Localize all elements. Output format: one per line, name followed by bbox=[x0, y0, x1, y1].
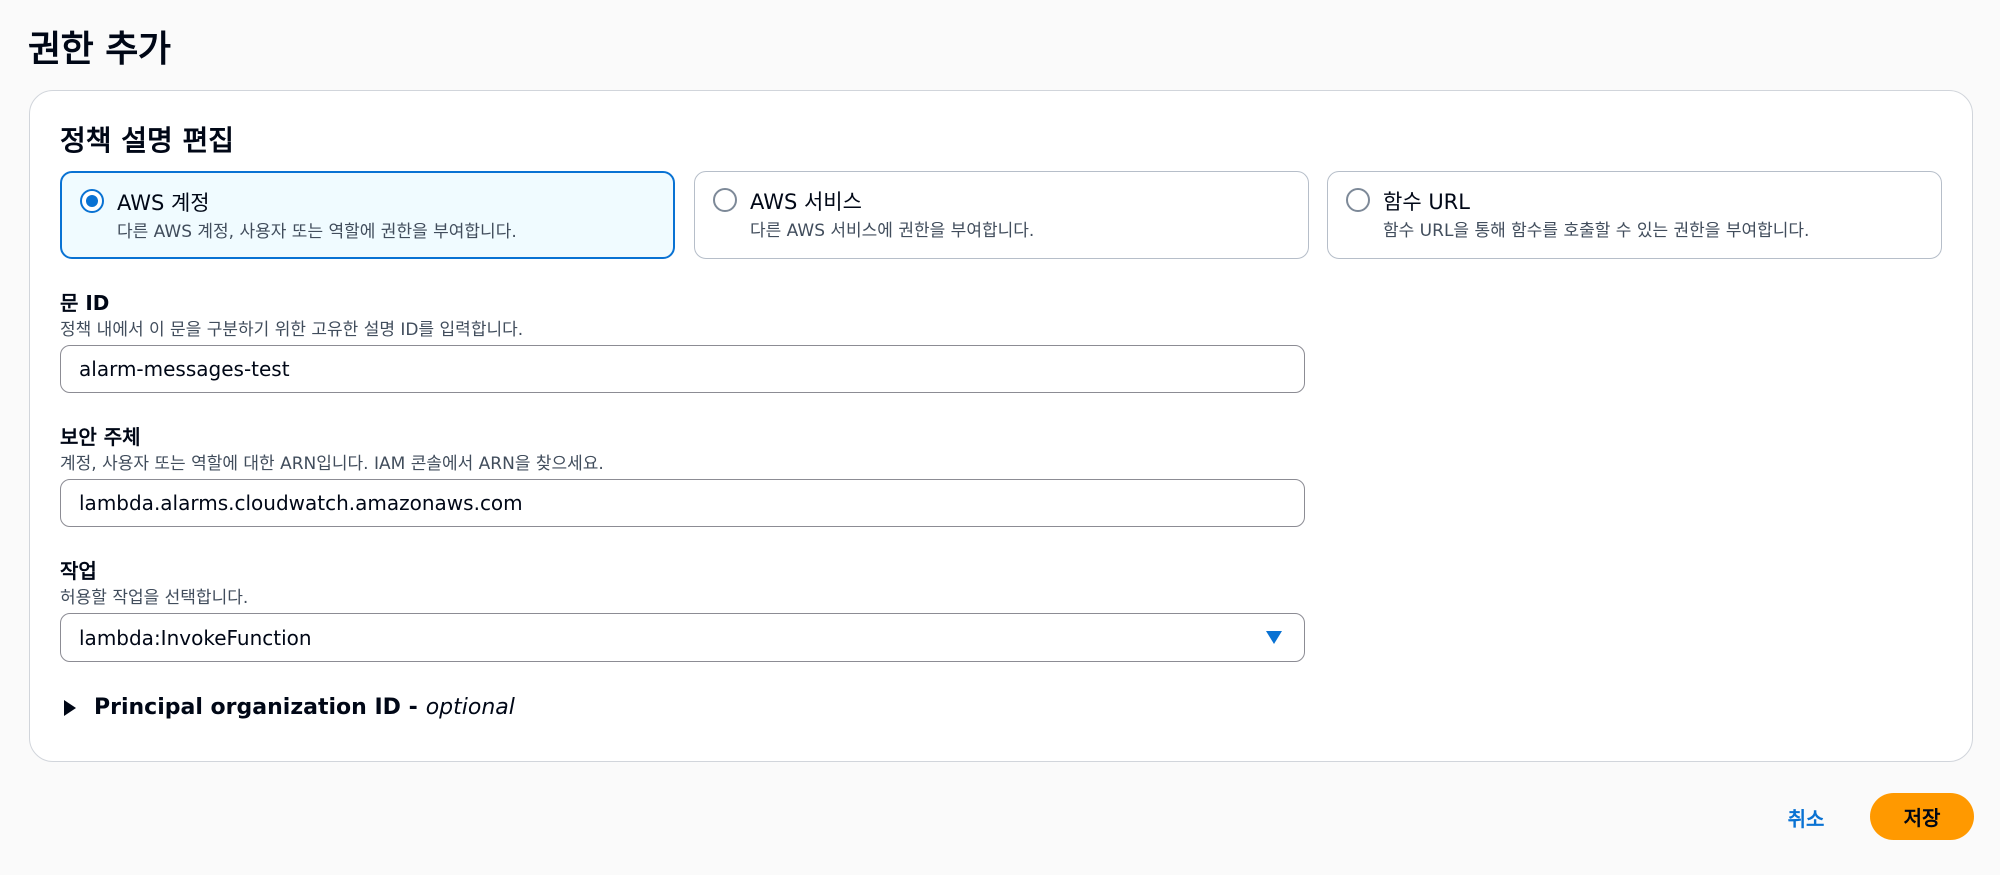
option-description: 다른 AWS 서비스에 권한을 부여합니다. bbox=[750, 221, 1035, 241]
statement-id-input[interactable] bbox=[60, 345, 1305, 393]
action-label: 작업 bbox=[60, 559, 97, 583]
caret-down-icon bbox=[1266, 631, 1282, 644]
radio-unselected-icon[interactable] bbox=[1346, 188, 1370, 212]
action-select[interactable]: lambda:InvokeFunction bbox=[60, 613, 1305, 662]
principal-input[interactable] bbox=[60, 479, 1305, 527]
save-button[interactable]: 저장 bbox=[1870, 793, 1974, 840]
principal-org-expander[interactable]: Principal organization ID - optional bbox=[60, 695, 515, 720]
principal-org-label: Principal organization ID - bbox=[94, 695, 418, 720]
option-aws-account[interactable]: AWS 계정 다른 AWS 계정, 사용자 또는 역할에 권한을 부여합니다. bbox=[60, 171, 675, 259]
action-description: 허용할 작업을 선택합니다. bbox=[60, 588, 249, 608]
principal-org-optional: optional bbox=[425, 695, 515, 720]
principal-label: 보안 주체 bbox=[60, 425, 141, 449]
section-title: 정책 설명 편집 bbox=[60, 124, 235, 157]
option-description: 함수 URL을 통해 함수를 호출할 수 있는 권한을 부여합니다. bbox=[1383, 221, 1810, 241]
radio-selected-icon[interactable] bbox=[80, 189, 104, 213]
cancel-button[interactable]: 취소 bbox=[1768, 797, 1844, 837]
option-label: AWS 계정 bbox=[117, 191, 210, 215]
edit-policy-container: 정책 설명 편집 AWS 계정 다른 AWS 계정, 사용자 또는 역할에 권한… bbox=[29, 90, 1973, 762]
option-label: AWS 서비스 bbox=[750, 190, 862, 214]
option-label: 함수 URL bbox=[1383, 190, 1470, 214]
statement-id-description: 정책 내에서 이 문을 구분하기 위한 고유한 설명 ID를 입력합니다. bbox=[60, 320, 524, 340]
page-title: 권한 추가 bbox=[28, 29, 171, 70]
statement-id-label: 문 ID bbox=[60, 291, 110, 315]
option-aws-service[interactable]: AWS 서비스 다른 AWS 서비스에 권한을 부여합니다. bbox=[694, 171, 1309, 259]
radio-unselected-icon[interactable] bbox=[713, 188, 737, 212]
caret-right-icon bbox=[64, 699, 76, 716]
option-description: 다른 AWS 계정, 사용자 또는 역할에 권한을 부여합니다. bbox=[117, 222, 517, 242]
option-function-url[interactable]: 함수 URL 함수 URL을 통해 함수를 호출할 수 있는 권한을 부여합니다… bbox=[1327, 171, 1942, 259]
principal-description: 계정, 사용자 또는 역할에 대한 ARN입니다. IAM 콘솔에서 ARN을 … bbox=[60, 454, 604, 474]
action-select-value: lambda:InvokeFunction bbox=[79, 626, 312, 650]
